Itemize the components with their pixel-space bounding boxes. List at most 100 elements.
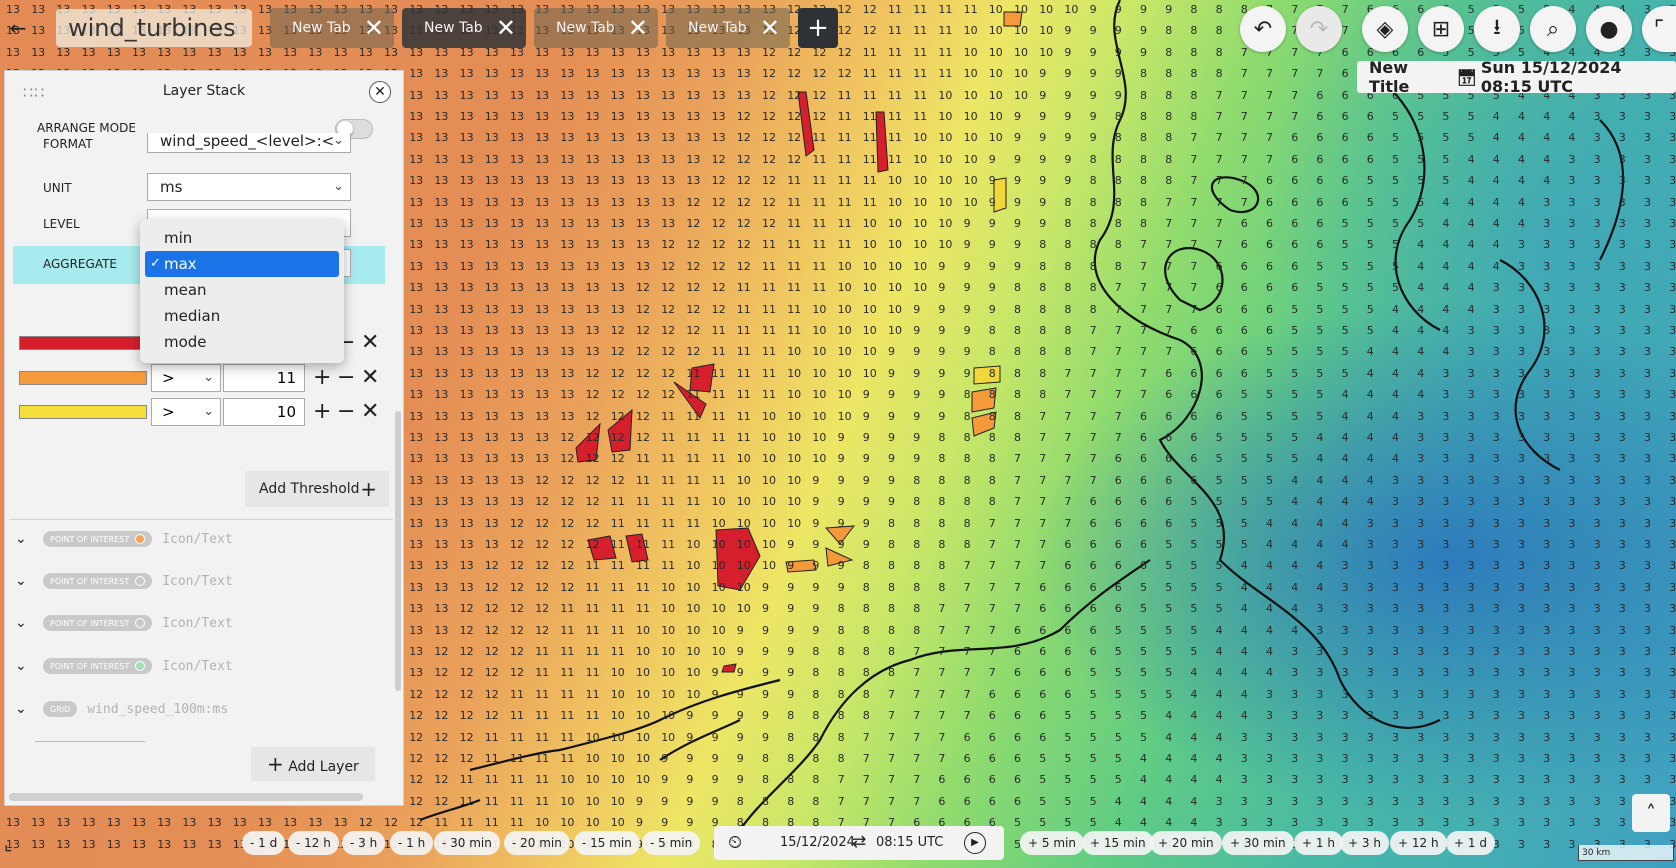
current-date[interactable]: 15/12/2024: [780, 835, 855, 850]
tab-2[interactable]: New Tab ✕: [402, 8, 526, 48]
option-mean[interactable]: mean: [140, 277, 344, 303]
time-minus-12h[interactable]: - 12 h: [288, 831, 339, 855]
badge-text: GRID: [50, 704, 71, 714]
layer-row-grid[interactable]: ⌄ GRID wind_speed_100m:ms: [15, 697, 228, 721]
layer-type-badge: POINT OF INTEREST: [43, 573, 153, 589]
time-minus-3h[interactable]: - 3 h: [342, 831, 386, 855]
threshold-color-2[interactable]: [19, 371, 147, 385]
close-panel-button[interactable]: ✕: [369, 81, 391, 103]
plus-icon: +: [807, 13, 829, 43]
chevron-down-icon[interactable]: ⌄: [15, 701, 33, 717]
layer-type-badge: POINT OF INTEREST: [43, 531, 153, 547]
map-datetime[interactable]: Sun 15/12/2024 08:15 UTC: [1477, 58, 1676, 96]
map-scale-bar: 30 km: [1578, 845, 1674, 861]
user-button[interactable]: ●: [1586, 6, 1632, 52]
layer-name: Icon/Text: [162, 658, 233, 674]
time-plus-3h[interactable]: + 3 h: [1340, 831, 1389, 855]
format-value: wind_speed_<level>:<: [160, 133, 335, 150]
time-plus-15min[interactable]: + 15 min: [1082, 831, 1154, 855]
download-icon: ⭳: [1493, 15, 1501, 40]
color-dot: [135, 661, 146, 671]
search-button[interactable]: ⌕: [1530, 6, 1576, 52]
tab-3[interactable]: New Tab ✕: [534, 8, 658, 48]
layers-icon: ◈: [1376, 16, 1394, 42]
chevron-down-icon[interactable]: ⌄: [15, 658, 33, 674]
tab-4[interactable]: New Tab ✕: [666, 8, 790, 48]
close-icon[interactable]: ✕: [361, 367, 379, 389]
time-plus-20min[interactable]: + 20 min: [1150, 831, 1222, 855]
close-icon[interactable]: ✕: [364, 14, 384, 42]
unit-label: UNIT: [43, 181, 72, 195]
sync-off-icon[interactable]: ⇄: [852, 832, 866, 852]
vertical-scrollbar[interactable]: [395, 411, 401, 691]
threshold-color-1[interactable]: [19, 336, 147, 350]
threshold-operator-3[interactable]: > ⌄: [151, 398, 221, 426]
time-minus-1d[interactable]: - 1 d: [242, 831, 286, 855]
add-widget-button[interactable]: ⊞: [1418, 6, 1464, 52]
current-time[interactable]: 08:15 UTC: [876, 835, 943, 850]
threshold-value-2[interactable]: 11: [223, 364, 305, 392]
clock-icon[interactable]: ⏲: [728, 832, 742, 853]
horizontal-scrollbar[interactable]: [9, 793, 363, 801]
time-minus-1h[interactable]: - 1 h: [390, 831, 434, 855]
map-title[interactable]: New Title: [1357, 58, 1439, 96]
time-plus-5min[interactable]: + 5 min: [1020, 831, 1084, 855]
time-plus-12h[interactable]: + 12 h: [1390, 831, 1447, 855]
layer-type-badge: POINT OF INTEREST: [43, 658, 153, 674]
chevron-down-icon[interactable]: ⌄: [15, 531, 33, 547]
badge-text: POINT OF INTEREST: [50, 534, 130, 544]
close-icon[interactable]: ✕: [628, 14, 648, 42]
tab-1[interactable]: New Tab ✕: [270, 8, 394, 48]
chevron-down-icon[interactable]: ⌄: [15, 615, 33, 631]
layer-type-badge: GRID: [43, 701, 78, 717]
format-label: FORMAT: [43, 137, 93, 151]
time-plus-1h[interactable]: + 1 h: [1294, 831, 1343, 855]
layer-row-poi-3[interactable]: ⌄ POINT OF INTEREST Icon/Text: [15, 611, 233, 635]
threshold-operator-2[interactable]: > ⌄: [151, 364, 221, 392]
layer-row-poi-1[interactable]: ⌄ POINT OF INTEREST Icon/Text: [15, 527, 233, 551]
layer-row-poi-4[interactable]: ⌄ POINT OF INTEREST Icon/Text: [15, 654, 233, 678]
layer-stack-panel: ∷∷ Layer Stack ✕ ARRANGE MODE FORMAT win…: [4, 70, 404, 806]
download-button[interactable]: ⭳: [1474, 6, 1520, 52]
chevron-down-icon: ⌄: [203, 370, 214, 385]
undo-button[interactable]: ↶: [1240, 6, 1286, 52]
unit-select[interactable]: ms ⌄: [147, 173, 351, 201]
layers-button[interactable]: ◈: [1362, 6, 1408, 52]
corner-resize-icon[interactable]: ⌞: [4, 834, 12, 855]
chevron-down-icon[interactable]: ⌄: [15, 573, 33, 589]
time-minus-5min[interactable]: - 5 min: [642, 831, 701, 855]
time-plus-1d[interactable]: + 1 d: [1446, 831, 1495, 855]
color-dot: [135, 534, 146, 544]
aggregate-label: AGGREGATE: [43, 257, 118, 271]
close-icon[interactable]: ✕: [496, 14, 516, 42]
time-minus-30min[interactable]: - 30 min: [434, 831, 500, 855]
close-icon[interactable]: ✕: [361, 401, 379, 423]
option-mode[interactable]: mode: [140, 329, 344, 355]
threshold-value-3[interactable]: 10: [223, 398, 305, 426]
format-select[interactable]: wind_speed_<level>:< ⌄: [147, 133, 351, 153]
redo-button[interactable]: ↷: [1296, 6, 1342, 52]
minus-icon[interactable]: −: [337, 401, 355, 423]
search-icon: ⌕: [1546, 16, 1560, 42]
time-minus-20min[interactable]: - 20 min: [504, 831, 570, 855]
layer-row-poi-2[interactable]: ⌄ POINT OF INTEREST Icon/Text: [15, 569, 233, 593]
add-tab-button[interactable]: +: [798, 8, 838, 48]
close-icon[interactable]: ✕: [361, 332, 379, 354]
compass-north-button[interactable]: ˄: [1632, 794, 1670, 832]
add-layer-button[interactable]: + Add Layer: [251, 747, 375, 781]
play-icon[interactable]: ▶: [964, 832, 986, 854]
close-icon[interactable]: ✕: [760, 14, 780, 42]
threshold-color-3[interactable]: [19, 405, 147, 419]
add-threshold-button[interactable]: Add Threshold +: [245, 471, 389, 507]
time-plus-30min[interactable]: + 30 min: [1222, 831, 1294, 855]
minus-icon[interactable]: −: [337, 367, 355, 389]
option-max[interactable]: ✓ max: [145, 251, 339, 277]
back-button[interactable]: ←: [4, 14, 32, 42]
plus-icon[interactable]: +: [313, 367, 331, 389]
option-median[interactable]: median: [140, 303, 344, 329]
time-minus-15min[interactable]: - 15 min: [574, 831, 640, 855]
option-min[interactable]: min: [140, 225, 344, 251]
layer-name: Icon/Text: [162, 615, 233, 631]
plus-icon[interactable]: +: [313, 401, 331, 423]
add-widget-icon: ⊞: [1431, 16, 1451, 42]
